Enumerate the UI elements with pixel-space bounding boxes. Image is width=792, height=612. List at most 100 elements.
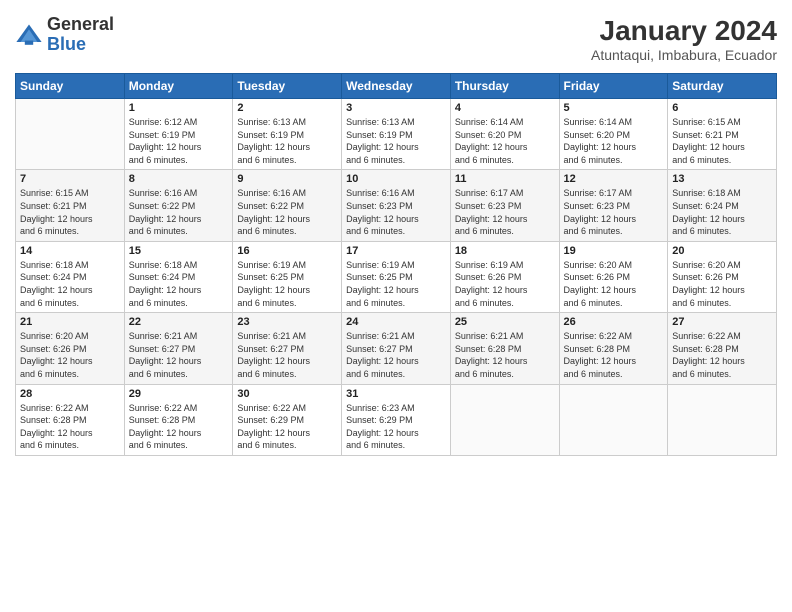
day-cell: 7Sunrise: 6:15 AM Sunset: 6:21 PM Daylig… [16,170,125,241]
day-info: Sunrise: 6:22 AM Sunset: 6:28 PM Dayligh… [129,402,229,452]
day-cell: 13Sunrise: 6:18 AM Sunset: 6:24 PM Dayli… [668,170,777,241]
day-number: 14 [20,245,120,257]
day-info: Sunrise: 6:13 AM Sunset: 6:19 PM Dayligh… [346,116,446,166]
day-info: Sunrise: 6:18 AM Sunset: 6:24 PM Dayligh… [129,259,229,309]
day-cell: 18 Sunrise: 6:19 AM Sunset: 6:26 PM Dayli… [450,241,559,312]
title-block: January 2024 Atuntaqui, Imbabura, Ecuado… [591,15,777,63]
day-number: 5 [564,102,664,114]
day-cell: 30Sunrise: 6:22 AM Sunset: 6:29 PM Dayli… [233,384,342,455]
day-cell: 16Sunrise: 6:19 AM Sunset: 6:25 PM Dayli… [233,241,342,312]
day-info: Sunrise: 6:21 AM Sunset: 6:27 PM Dayligh… [346,330,446,380]
day-number: 17 [346,245,446,257]
col-friday: Friday [559,74,668,99]
day-number: 31 [346,388,446,400]
day-cell: 20 Sunrise: 6:20 AM Sunset: 6:26 PM Dayli… [668,241,777,312]
day-cell: 11Sunrise: 6:17 AM Sunset: 6:23 PM Dayli… [450,170,559,241]
col-sunday: Sunday [16,74,125,99]
day-number: 2 [237,102,337,114]
logo-blue: Blue [47,34,86,54]
col-wednesday: Wednesday [342,74,451,99]
day-cell: 31 Sunrise: 6:23 AM Sunset: 6:29 PM Dayli… [342,384,451,455]
day-cell: 5 Sunrise: 6:14 AM Sunset: 6:20 PM Daylig… [559,99,668,170]
logo-general: General [47,14,114,34]
day-info: Sunrise: 6:15 AM Sunset: 6:21 PM Dayligh… [672,116,772,166]
day-number: 19 [564,245,664,257]
logo-icon [15,21,43,49]
day-cell: 27 Sunrise: 6:22 AM Sunset: 6:28 PM Dayli… [668,313,777,384]
day-info: Sunrise: 6:19 AM Sunset: 6:26 PM Dayligh… [455,259,555,309]
day-info: Sunrise: 6:20 AM Sunset: 6:26 PM Dayligh… [564,259,664,309]
day-info: Sunrise: 6:13 AM Sunset: 6:19 PM Dayligh… [237,116,337,166]
day-info: Sunrise: 6:21 AM Sunset: 6:28 PM Dayligh… [455,330,555,380]
day-cell: 22 Sunrise: 6:21 AM Sunset: 6:27 PM Dayli… [124,313,233,384]
day-cell: 4Sunrise: 6:14 AM Sunset: 6:20 PM Daylig… [450,99,559,170]
day-number: 1 [129,102,229,114]
day-cell: 1 Sunrise: 6:12 AM Sunset: 6:19 PM Daylig… [124,99,233,170]
day-number: 30 [237,388,337,400]
day-cell [450,384,559,455]
day-number: 12 [564,173,664,185]
day-info: Sunrise: 6:21 AM Sunset: 6:27 PM Dayligh… [129,330,229,380]
day-info: Sunrise: 6:16 AM Sunset: 6:22 PM Dayligh… [129,187,229,237]
day-info: Sunrise: 6:21 AM Sunset: 6:27 PM Dayligh… [237,330,337,380]
day-number: 9 [237,173,337,185]
day-number: 28 [20,388,120,400]
day-info: Sunrise: 6:14 AM Sunset: 6:20 PM Dayligh… [564,116,664,166]
day-cell [16,99,125,170]
day-cell: 9Sunrise: 6:16 AM Sunset: 6:22 PM Daylig… [233,170,342,241]
day-number: 18 [455,245,555,257]
col-monday: Monday [124,74,233,99]
day-number: 25 [455,316,555,328]
day-info: Sunrise: 6:22 AM Sunset: 6:28 PM Dayligh… [20,402,120,452]
day-cell: 2 Sunrise: 6:13 AM Sunset: 6:19 PM Daylig… [233,99,342,170]
col-thursday: Thursday [450,74,559,99]
logo-text: General Blue [47,15,114,55]
day-cell: 3 Sunrise: 6:13 AM Sunset: 6:19 PM Daylig… [342,99,451,170]
day-cell: 12 Sunrise: 6:17 AM Sunset: 6:23 PM Dayli… [559,170,668,241]
day-info: Sunrise: 6:19 AM Sunset: 6:25 PM Dayligh… [237,259,337,309]
day-number: 23 [237,316,337,328]
day-cell: 19 Sunrise: 6:20 AM Sunset: 6:26 PM Dayli… [559,241,668,312]
day-number: 20 [672,245,772,257]
day-cell: 6Sunrise: 6:15 AM Sunset: 6:21 PM Daylig… [668,99,777,170]
day-info: Sunrise: 6:20 AM Sunset: 6:26 PM Dayligh… [672,259,772,309]
day-info: Sunrise: 6:22 AM Sunset: 6:28 PM Dayligh… [672,330,772,380]
day-info: Sunrise: 6:16 AM Sunset: 6:23 PM Dayligh… [346,187,446,237]
logo: General Blue [15,15,114,55]
day-number: 15 [129,245,229,257]
day-number: 27 [672,316,772,328]
day-cell: 29Sunrise: 6:22 AM Sunset: 6:28 PM Dayli… [124,384,233,455]
day-number: 21 [20,316,120,328]
calendar-table: Sunday Monday Tuesday Wednesday Thursday… [15,73,777,456]
day-number: 13 [672,173,772,185]
day-number: 3 [346,102,446,114]
day-cell: 15 Sunrise: 6:18 AM Sunset: 6:24 PM Dayli… [124,241,233,312]
week-row-1: 1 Sunrise: 6:12 AM Sunset: 6:19 PM Daylig… [16,99,777,170]
day-info: Sunrise: 6:12 AM Sunset: 6:19 PM Dayligh… [129,116,229,166]
day-info: Sunrise: 6:15 AM Sunset: 6:21 PM Dayligh… [20,187,120,237]
day-cell [668,384,777,455]
day-cell: 26Sunrise: 6:22 AM Sunset: 6:28 PM Dayli… [559,313,668,384]
main-title: January 2024 [591,15,777,47]
day-info: Sunrise: 6:23 AM Sunset: 6:29 PM Dayligh… [346,402,446,452]
day-cell: 8 Sunrise: 6:16 AM Sunset: 6:22 PM Daylig… [124,170,233,241]
day-number: 22 [129,316,229,328]
day-cell: 14 Sunrise: 6:18 AM Sunset: 6:24 PM Dayli… [16,241,125,312]
col-tuesday: Tuesday [233,74,342,99]
week-row-3: 14 Sunrise: 6:18 AM Sunset: 6:24 PM Dayli… [16,241,777,312]
calendar-header: Sunday Monday Tuesday Wednesday Thursday… [16,74,777,99]
day-number: 26 [564,316,664,328]
day-cell: 24Sunrise: 6:21 AM Sunset: 6:27 PM Dayli… [342,313,451,384]
day-cell: 17Sunrise: 6:19 AM Sunset: 6:25 PM Dayli… [342,241,451,312]
day-info: Sunrise: 6:18 AM Sunset: 6:24 PM Dayligh… [20,259,120,309]
week-row-5: 28 Sunrise: 6:22 AM Sunset: 6:28 PM Dayli… [16,384,777,455]
subtitle: Atuntaqui, Imbabura, Ecuador [591,47,777,63]
day-number: 8 [129,173,229,185]
day-info: Sunrise: 6:17 AM Sunset: 6:23 PM Dayligh… [564,187,664,237]
week-row-2: 7Sunrise: 6:15 AM Sunset: 6:21 PM Daylig… [16,170,777,241]
day-cell: 10 Sunrise: 6:16 AM Sunset: 6:23 PM Dayli… [342,170,451,241]
day-cell: 25 Sunrise: 6:21 AM Sunset: 6:28 PM Dayli… [450,313,559,384]
day-cell: 28 Sunrise: 6:22 AM Sunset: 6:28 PM Dayli… [16,384,125,455]
day-number: 10 [346,173,446,185]
day-number: 11 [455,173,555,185]
